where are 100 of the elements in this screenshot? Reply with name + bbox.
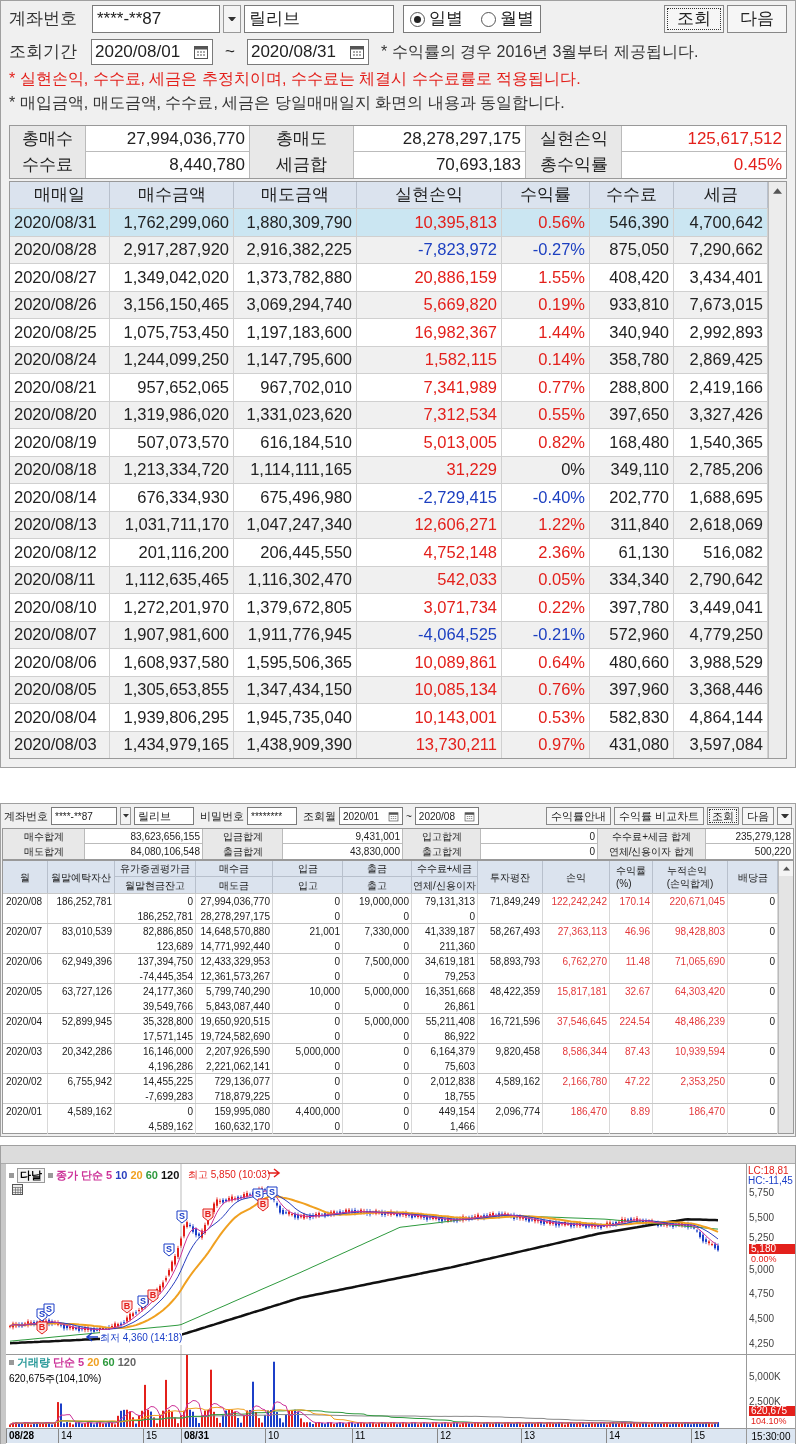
table-cell-text: 220,671,045	[669, 895, 725, 909]
table-row[interactable]: 2020/08/13 1,031,711,170 1,047,247,340 12,606,271 1.22% 311,840 2,618,069	[10, 510, 768, 538]
calendar-icon[interactable]	[388, 810, 399, 822]
table-cell-text: 0	[334, 895, 340, 909]
end-month-field[interactable]: 2020/08	[414, 807, 479, 825]
toolbar-button[interactable]: 수익률안내	[545, 807, 611, 825]
table-row[interactable]: 2020/08/04 1,939,806,295 1,945,735,040 10,143,001 0.53% 582,830 4,864,144	[10, 703, 768, 731]
table-row[interactable]: 2020/08/25 1,075,753,450 1,197,183,600 16,982,367 1.44% 340,940 2,992,893	[10, 318, 768, 346]
table-cell-text: 5,843,087,440	[206, 1000, 270, 1014]
legend-label: 120	[161, 1168, 180, 1183]
table-row[interactable]: 2020/08/07 1,907,981,600 1,911,776,945 -4,064,525 -0.21% 572,960 4,779,250	[10, 620, 768, 648]
summary-label: 총매수	[10, 126, 86, 152]
table-cell-text: 186,470	[570, 1105, 607, 1119]
arrow-icon	[85, 1332, 99, 1342]
table-cell: 4,752,148	[357, 539, 502, 566]
table-row[interactable]: 2020/08/20 1,319,986,020 1,331,023,620 7,312,534 0.55% 397,650 3,327,426	[10, 400, 768, 428]
query-button[interactable]: 조회	[664, 5, 724, 33]
grid-icon[interactable]	[12, 1184, 23, 1195]
hc-readout: HC:-11,45	[748, 1176, 793, 1186]
table-row[interactable]: 2020/08/06 1,608,937,580 1,595,506,365 10,089,861 0.64% 480,660 3,988,529	[10, 648, 768, 676]
table-cell-text: 58,893,793	[489, 955, 540, 969]
table-row[interactable]: 2020/08/28 2,917,287,920 2,916,382,225 -7,823,972 -0.27% 875,050 7,290,662	[10, 235, 768, 263]
scrollbar[interactable]	[778, 861, 793, 1133]
table-row[interactable]: 2020/08/19 507,073,570 616,184,510 5,013,005 0.82% 168,480 1,540,365	[10, 428, 768, 456]
table-row[interactable]: 2020/08/05 1,305,653,855 1,347,434,150 10,085,134 0.76% 397,960 3,368,446	[10, 675, 768, 703]
menu-dropdown-button[interactable]	[777, 807, 792, 825]
table-cell-text: 186,470	[688, 1105, 725, 1119]
table-cell: -2,729,415	[357, 484, 502, 511]
table-cell-text: 186,252,781	[56, 895, 112, 909]
table-cell-text: 4,589,162	[67, 1105, 112, 1119]
start-month-field[interactable]: 2020/01	[339, 807, 403, 825]
table-cell-text: 122,242,242	[551, 895, 607, 909]
account-name-field[interactable]: 릴리브	[244, 5, 394, 33]
table-cell: 0.77%	[502, 374, 590, 401]
table-row[interactable]: 2020/08/31 1,762,299,060 1,880,309,790 10,395,813 0.56% 546,390 4,700,642	[10, 208, 768, 236]
table-cell-text: 2020/01	[6, 1105, 43, 1119]
dropdown-button[interactable]	[223, 5, 241, 33]
table-cell-text: 2020/04	[6, 1015, 43, 1029]
table-row[interactable]: 2020/08/03 1,434,979,165 1,438,909,390 13,730,211 0.97% 431,080 3,597,084	[10, 730, 768, 758]
toolbar-button[interactable]: 다음	[742, 807, 774, 825]
field-label: 계좌번호	[4, 808, 48, 824]
time-axis-label: 12	[437, 1429, 452, 1443]
query-button[interactable]: 다음	[727, 5, 787, 33]
table-cell: 1,197,183,600	[234, 319, 357, 346]
table-row[interactable]: 2020/08/21 957,652,065 967,702,010 7,341,989 0.77% 288,800 2,419,166	[10, 373, 768, 401]
sell-marker: S	[163, 1243, 175, 1257]
table-cell-text: 0	[469, 910, 475, 924]
summary-label: 입고합계	[403, 829, 481, 844]
table-cell-text: 0	[334, 1030, 340, 1044]
summary-value: 235,279,128	[734, 830, 792, 844]
legend-label: 10	[115, 1168, 128, 1183]
scrollbar[interactable]	[768, 182, 786, 758]
table-row[interactable]: 2020/08/12 201,116,200 206,445,550 4,752,148 2.36% 61,130 516,082	[10, 538, 768, 566]
calendar-icon[interactable]	[463, 810, 475, 822]
table-cell: 0.82%	[502, 429, 590, 456]
toolbar-button[interactable]: 수익률 비교차트	[613, 807, 704, 825]
start-date-field[interactable]: 2020/08/01	[91, 39, 213, 65]
table-cell-text: 52,899,945	[61, 1015, 112, 1029]
table-cell-text: 0	[403, 910, 409, 924]
table-cell-text: 170.14	[619, 895, 650, 909]
table-cell: 2020/08/10	[10, 594, 110, 621]
table-cell-text: 0	[403, 1075, 409, 1089]
password-field[interactable]: ********	[247, 807, 297, 825]
calendar-icon[interactable]	[193, 44, 209, 60]
table-cell-text: 26,861	[444, 1000, 475, 1014]
table-row[interactable]: 2020/08/10 1,272,201,970 1,379,672,805 3,071,734 0.22% 397,780 3,449,041	[10, 593, 768, 621]
table-row[interactable]: 2020/08/24 1,244,099,250 1,147,795,600 1,582,115 0.14% 358,780 2,869,425	[10, 345, 768, 373]
buy-marker: B	[36, 1321, 48, 1335]
table-row[interactable]: 2020/08/27 1,349,042,020 1,373,782,880 20,886,159 1.55% 408,420 3,434,401	[10, 263, 768, 291]
table-row[interactable]: 2020/08/11 1,112,635,465 1,116,302,470 542,033 0.05% 334,340 2,790,642	[10, 565, 768, 593]
dropdown-button[interactable]	[120, 807, 131, 825]
table-cell-text: 4,589,162	[148, 1120, 193, 1134]
table-cell-text: 8,586,344	[562, 1045, 607, 1059]
table-cell-text: 16,351,668	[424, 985, 475, 999]
account-name-field[interactable]: 릴리브	[134, 807, 194, 825]
calendar-icon[interactable]	[348, 44, 365, 60]
time-axis-label: 14	[58, 1429, 73, 1443]
table-cell: 397,780	[590, 594, 674, 621]
table-cell: 20,886,159	[357, 264, 502, 291]
stock-name-label[interactable]: 다날	[17, 1167, 45, 1183]
column-header: 월	[3, 861, 48, 893]
table-cell: -0.40%	[502, 484, 590, 511]
table-row[interactable]: 2020/08/26 3,156,150,465 3,069,294,740 5,669,820 0.19% 933,810 7,673,015	[10, 290, 768, 318]
account-number-field[interactable]: ****-**87	[51, 807, 117, 825]
buy-marker: B	[147, 1289, 159, 1303]
radio-option[interactable]: 일별	[410, 6, 463, 32]
table-cell: 1,373,782,880	[234, 264, 357, 291]
summary-label: 출고합계	[403, 844, 481, 859]
table-row[interactable]: 2020/08/14 676,334,930 675,496,980 -2,729,415 -0.40% 202,770 1,688,695	[10, 483, 768, 511]
table-cell: 10,089,861	[357, 649, 502, 676]
toolbar-button[interactable]: 조회	[707, 807, 739, 825]
radio-option[interactable]: 월별	[481, 6, 534, 32]
table-cell: 2020/08/12	[10, 539, 110, 566]
table-cell-text: 14,648,570,880	[200, 925, 270, 939]
notice-text: * 매입금액, 매도금액, 수수료, 세금은 당일매매일지 화면의 내용과 동일합니다.	[8, 93, 566, 113]
table-row[interactable]: 2020/08/18 1,213,334,720 1,114,111,165 31,229 0% 349,110 2,785,206	[10, 455, 768, 483]
account-number-field[interactable]: ****-**87	[92, 5, 220, 33]
scroll-up-icon[interactable]	[779, 861, 793, 876]
end-date-field[interactable]: 2020/08/31	[246, 39, 369, 65]
table-cell-text: 159,995,080	[214, 1105, 270, 1119]
